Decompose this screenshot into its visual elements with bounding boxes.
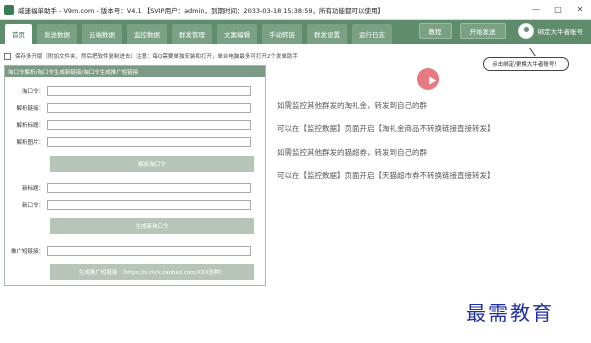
new-title-input[interactable] — [47, 183, 251, 193]
parse-image-row: 解析图片： — [5, 137, 251, 147]
start-send-button[interactable]: 开始发送 — [459, 23, 506, 39]
parse-title-row: 解析标题： — [5, 120, 251, 130]
info-line: 可以在【监控数据】页面开启【淘礼金商品不转换链接直接转发】 — [277, 124, 495, 133]
tooltip-pointer — [529, 47, 536, 57]
title-bar: 威速福单助手 - V9m.com - 版本号：V4.1 【SVIP用户：admi… — [0, 0, 591, 20]
maximize-icon[interactable]: □ — [547, 0, 569, 20]
new-title-row: 新标题： — [5, 183, 251, 193]
tutorial-button[interactable]: 教程 — [418, 23, 452, 39]
tab-send-data[interactable]: 发送数据 — [37, 24, 77, 44]
close-icon[interactable]: ✕ — [569, 0, 591, 20]
avatar[interactable] — [517, 23, 534, 39]
parse-link-input[interactable] — [47, 103, 251, 113]
parse-image-label: 解析图片： — [16, 140, 44, 146]
parse-title-input[interactable] — [47, 120, 251, 130]
new-code-label: 新口令： — [21, 203, 44, 209]
new-code-row: 新口令： — [5, 200, 251, 210]
new-code-input[interactable] — [47, 200, 251, 210]
nav-actions: 教程 开始发送 绑定大牛者账号 — [411, 23, 584, 39]
tab-group-manage[interactable]: 群发管理 — [172, 24, 212, 44]
info-line: 如需监控其他群发的淘礼金，转发到自己的群 — [277, 101, 427, 110]
promo-link-label: 推广短链接： — [10, 249, 44, 255]
taokouling-input[interactable] — [47, 86, 251, 96]
multi-open-label: 保存多开版（附加文件夹，然后把软件复制进去）注意：每Q需要单独安装和打开，单台电… — [15, 54, 298, 60]
info-line: 可以在【监控数据】页面开启【天猫超市券不转换链接直接转发】 — [277, 171, 495, 180]
tab-copy-edit[interactable]: 文案编辑 — [217, 24, 257, 44]
promo-link-row: 推广短链接： — [5, 246, 251, 256]
watermark: 最需教育 — [466, 301, 554, 325]
tab-manual-convert[interactable]: 手动转链 — [262, 24, 302, 44]
info-line: 如需监控其他群发的猫超券，转发到自己的群 — [277, 148, 427, 157]
multi-open-option: 保存多开版（附加文件夹，然后把软件复制进去）注意：每Q需要单独安装和打开，单台电… — [4, 52, 298, 60]
parse-link-row: 解析链接： — [5, 103, 251, 113]
parse-link-label: 解析链接： — [16, 106, 44, 112]
parse-title-label: 解析标题： — [16, 123, 44, 129]
app-icon — [4, 4, 14, 15]
panel-header: 淘口令解析/淘口令生成新链接/淘口令生成推广短链接 — [5, 66, 265, 77]
tab-home[interactable]: 首页 — [5, 24, 32, 44]
window-title: 威速福单助手 - V9m.com - 版本号：V4.1 【SVIP用户：admi… — [18, 6, 384, 15]
taokouling-label: 淘口令： — [21, 89, 44, 95]
minimize-icon[interactable]: — — [525, 0, 547, 20]
account-label[interactable]: 绑定大牛者账号 — [538, 26, 584, 36]
generate-code-button[interactable]: 生成新淘口令 — [50, 218, 254, 234]
bind-account-tooltip: 点击绑定/更换大牛者账号！ — [483, 57, 569, 71]
tab-cloud-data[interactable]: 云端数据 — [82, 24, 122, 44]
generate-promo-link-button[interactable]: 生成推广短链接 （https://s.click.taobao.com/XXX这… — [50, 264, 254, 280]
tab-run-log[interactable]: 运行日志 — [352, 24, 392, 44]
promo-link-input[interactable] — [47, 246, 251, 256]
new-title-label: 新标题： — [21, 186, 44, 192]
tab-group-settings[interactable]: 群发设置 — [307, 24, 347, 44]
main-nav: 首页 发送数据 云端数据 监控数据 群发管理 文案编辑 手动转链 群发设置 运行… — [0, 20, 591, 44]
taokouling-panel: 淘口令解析/淘口令生成新链接/淘口令生成推广短链接 淘口令： 解析链接： 解析标… — [4, 65, 266, 286]
parse-button[interactable]: 解析淘口令 — [50, 156, 254, 172]
parse-image-input[interactable] — [47, 137, 251, 147]
tab-monitor-data[interactable]: 监控数据 — [127, 24, 167, 44]
taokouling-row: 淘口令： — [5, 86, 251, 96]
multi-open-checkbox[interactable] — [4, 52, 11, 60]
